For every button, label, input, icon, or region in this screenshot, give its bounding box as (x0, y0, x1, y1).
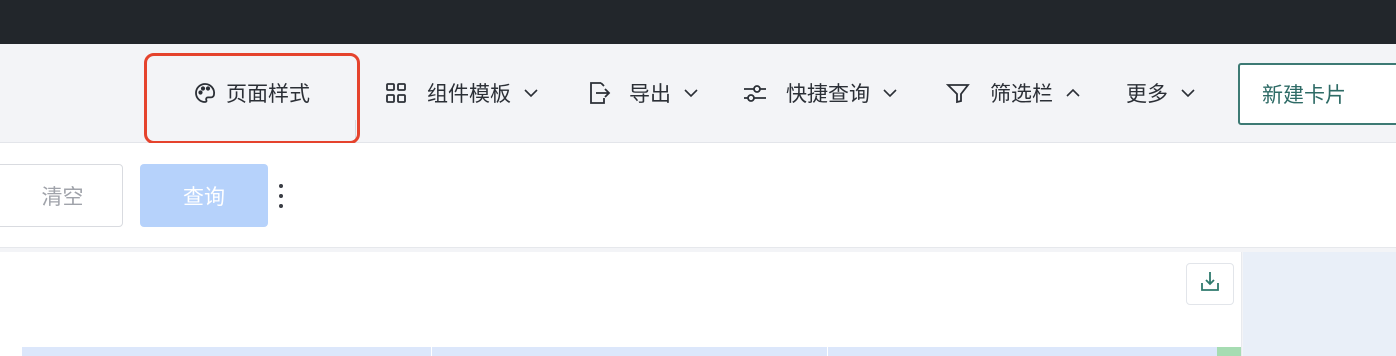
query-label: 查询 (183, 184, 225, 209)
column-separator (431, 347, 432, 356)
filter-row: 清空 查询 (0, 143, 1396, 248)
export-label: 导出 (629, 82, 671, 106)
component-template-dropdown[interactable]: 组件模板 (384, 44, 539, 142)
chevron-down-icon (523, 85, 539, 101)
content-card (0, 252, 1242, 356)
sliders-icon (742, 81, 768, 105)
table-header (22, 347, 1217, 356)
filter-bar-label: 筛选栏 (990, 82, 1053, 106)
more-options-icon[interactable] (272, 184, 290, 208)
side-panel (1243, 252, 1396, 356)
filter-icon (946, 81, 970, 105)
quick-query-dropdown[interactable]: 快捷查询 (742, 44, 898, 142)
component-template-label: 组件模板 (427, 82, 511, 106)
quick-query-label: 快捷查询 (786, 82, 870, 106)
download-button[interactable] (1186, 263, 1234, 305)
new-card-label: 新建卡片 (1262, 83, 1346, 107)
top-navigation-bar (0, 0, 1396, 44)
query-button[interactable]: 查询 (140, 164, 268, 227)
column-separator (827, 347, 828, 356)
export-icon (585, 80, 611, 106)
more-label: 更多 (1126, 82, 1168, 106)
chevron-down-icon (882, 85, 898, 101)
clear-button[interactable]: 清空 (0, 164, 123, 227)
grid-icon (384, 81, 408, 105)
download-icon (1199, 270, 1221, 298)
export-dropdown[interactable]: 导出 (585, 44, 699, 142)
chevron-down-icon (1180, 85, 1196, 101)
filter-bar-dropdown[interactable]: 筛选栏 (946, 44, 1081, 142)
chevron-down-icon (683, 85, 699, 101)
status-marker (1217, 347, 1241, 356)
clear-label: 清空 (41, 184, 84, 209)
new-card-button[interactable]: 新建卡片 (1238, 63, 1396, 125)
more-dropdown[interactable]: 更多 (1126, 44, 1196, 142)
highlight-box (144, 53, 360, 144)
chevron-up-icon (1065, 85, 1081, 101)
